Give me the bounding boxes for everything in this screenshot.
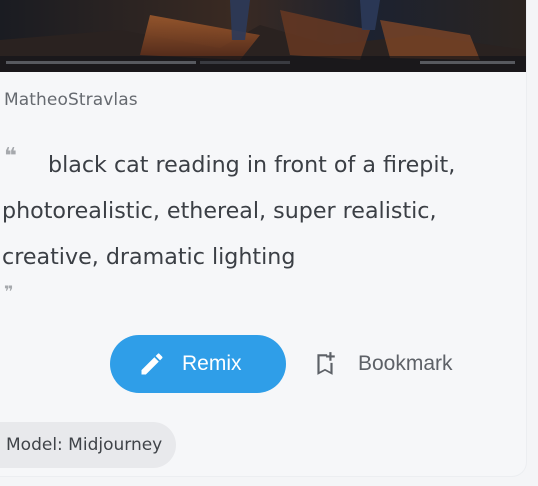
bookmark-button[interactable]: Bookmark <box>312 344 453 384</box>
generated-image-graphic <box>0 0 526 72</box>
prompt-text: black cat reading in front of a firepit,… <box>2 152 456 270</box>
pencil-icon <box>138 350 166 378</box>
author-name[interactable]: MatheoStravlas <box>4 90 138 110</box>
model-badge: Model: Midjourney <box>0 422 177 468</box>
remix-label: Remix <box>182 352 242 375</box>
quote-close-icon: ❞ <box>4 282 14 301</box>
generated-image[interactable] <box>0 0 526 72</box>
remix-button[interactable]: Remix <box>110 335 286 393</box>
bookmark-label: Bookmark <box>358 352 453 375</box>
bookmark-add-icon <box>312 351 338 377</box>
prompt-card: MatheoStravlas ❝ black cat reading in fr… <box>0 0 526 476</box>
